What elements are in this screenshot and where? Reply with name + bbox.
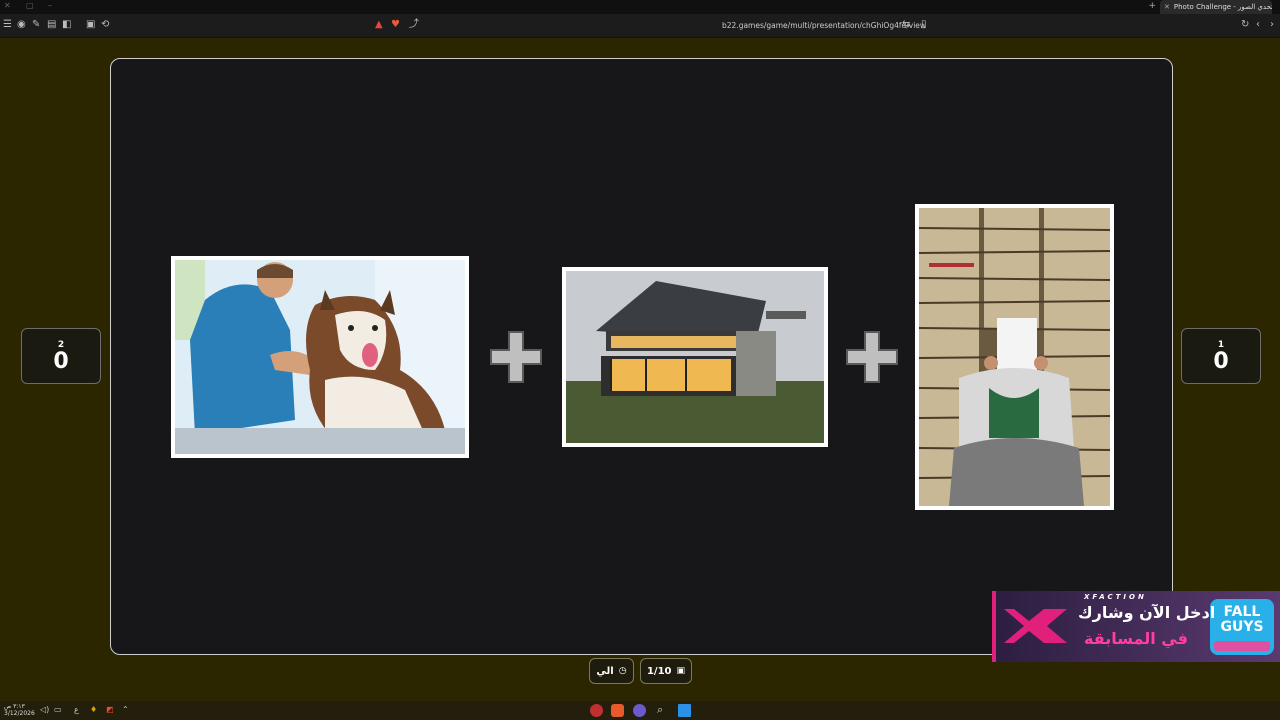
browser-tab[interactable]: ✕ Photo Challenge - تحدي الصور [1160, 0, 1272, 14]
back-icon[interactable]: ‹ [1256, 19, 1260, 31]
menu-icon[interactable]: ☰ [3, 19, 12, 31]
address-toolbar: ☰ ◉ ✎ ▤ ◧ ▣ ⟲ ▲ ♥ ⤴ b22.games/game/multi… [0, 14, 1280, 38]
image-icon: ▣ [676, 666, 686, 676]
close-window-icon[interactable]: ✕ [4, 1, 11, 10]
house-image [566, 271, 824, 443]
pin-icon[interactable]: ✎ [32, 19, 40, 31]
taskbar-clock[interactable]: ٣:١٣ ص 3/12/2026 [4, 703, 35, 717]
score-left: 2 0 [21, 328, 101, 384]
player-score: 0 [53, 349, 69, 374]
shield-icon[interactable]: ♥ [391, 19, 400, 31]
score-right: 1 0 [1181, 328, 1261, 384]
reload-icon[interactable]: ↻ [1241, 19, 1249, 31]
warning-icon[interactable]: ▲ [375, 19, 383, 31]
extensions-icon[interactable]: ⟲ [101, 19, 109, 31]
new-tab-icon[interactable]: + [1148, 1, 1156, 11]
ad-banner[interactable]: XFACTION ادخل الآن وشارك في المسابقة FAL… [992, 591, 1280, 662]
books-image [919, 208, 1110, 506]
taskbar-time: ٣:١٣ ص [4, 703, 25, 710]
forward-icon[interactable]: › [1270, 19, 1274, 31]
plus-icon [490, 331, 542, 383]
photo-house [562, 267, 828, 447]
photo-vet-dog [171, 256, 469, 458]
windows-start-icon[interactable] [678, 704, 691, 717]
player-score: 0 [1213, 349, 1229, 374]
ad-headline: ادخل الآن وشارك [1078, 603, 1216, 622]
restore-window-icon[interactable]: ▢ [26, 1, 34, 10]
share-icon[interactable]: ⤴ [409, 19, 419, 31]
chat-app-icon[interactable] [633, 704, 646, 717]
clock-icon: ◷ [618, 666, 627, 676]
minimize-window-icon[interactable]: – [48, 1, 52, 10]
network-icon[interactable]: ▭ [54, 705, 62, 714]
progress-counter: 1/10 [646, 665, 672, 677]
photo-books [915, 204, 1114, 510]
browser-titlebar: ✕ ▢ – + ✕ Photo Challenge - تحدي الصور [0, 0, 1280, 14]
app-icon-1[interactable] [590, 704, 603, 717]
browser-app-icon[interactable] [611, 704, 624, 717]
sidebar-icon[interactable]: ◧ [62, 19, 71, 31]
vet-dog-image [175, 260, 465, 454]
app-tray-icon[interactable]: ◩ [106, 705, 114, 714]
plus-icon [846, 331, 898, 383]
tab-close-icon[interactable]: ✕ [1164, 3, 1170, 11]
url-field[interactable]: b22.games/game/multi/presentation/chGhiO… [722, 21, 926, 30]
bookmark-icon[interactable]: ▯ [921, 19, 927, 31]
tab-title: Photo Challenge - تحدي الصور [1173, 3, 1272, 11]
location-icon[interactable]: ◉ [17, 19, 26, 31]
tray-expand-icon[interactable]: ⌃ [122, 705, 129, 714]
reader-icon[interactable]: ⇆ [902, 19, 910, 31]
ad-subline: في المسابقة [1084, 629, 1188, 648]
mode-label: الي [596, 665, 614, 677]
history-icon[interactable]: ▤ [47, 19, 56, 31]
taskbar-date: 3/12/2026 [4, 710, 35, 717]
mic-icon[interactable]: ♦ [90, 705, 97, 714]
mode-button[interactable]: الي ◷ [589, 658, 634, 684]
os-taskbar: ٣:١٣ ص 3/12/2026 ◁) ▭ ع ♦ ◩ ⌃ ⌕ [0, 701, 1280, 720]
tabs-icon[interactable]: ▣ [86, 19, 95, 31]
volume-icon[interactable]: ◁) [40, 705, 49, 714]
progress-button[interactable]: 1/10 ▣ [640, 658, 692, 684]
search-icon[interactable]: ⌕ [657, 703, 663, 717]
ad-game-logo: FALL GUYS [1220, 604, 1264, 635]
language-indicator[interactable]: ع [74, 705, 79, 714]
ad-brand: XFACTION [1084, 593, 1147, 601]
